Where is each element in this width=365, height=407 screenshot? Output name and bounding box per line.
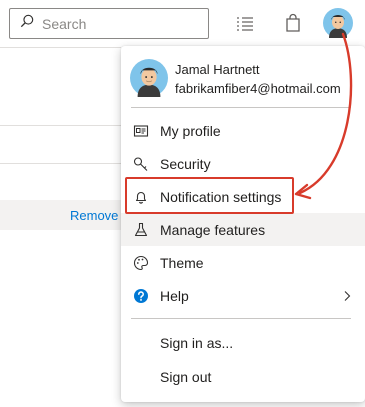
id-card-icon <box>133 123 149 139</box>
search-input[interactable] <box>42 15 192 32</box>
profile-menu: Jamal Hartnett fabrikamfiber4@hotmail.co… <box>121 46 365 402</box>
menu-item-help[interactable]: Help <box>121 279 365 312</box>
search-box[interactable] <box>9 8 209 39</box>
menu-divider <box>131 318 351 319</box>
avatar <box>130 59 168 97</box>
menu-item-theme[interactable]: Theme <box>121 246 365 279</box>
task-list-icon[interactable] <box>235 13 255 33</box>
menu-item-label: Sign out <box>160 369 212 385</box>
user-name: Jamal Hartnett <box>175 62 260 77</box>
bell-icon <box>133 189 149 205</box>
shopping-bag-icon[interactable] <box>283 13 303 33</box>
content-divider <box>0 163 121 164</box>
content-divider <box>0 125 121 126</box>
menu-item-my-profile[interactable]: My profile <box>121 114 365 147</box>
menu-item-label: My profile <box>160 123 221 139</box>
help-icon <box>133 288 149 304</box>
header-divider <box>0 47 121 48</box>
menu-item-label: Sign in as... <box>160 335 234 351</box>
menu-item-security[interactable]: Security <box>121 147 365 180</box>
search-icon <box>20 14 34 33</box>
menu-item-label: Theme <box>160 255 204 271</box>
menu-item-label: Notification settings <box>160 189 282 205</box>
flask-icon <box>133 222 149 238</box>
menu-item-label: Security <box>160 156 211 172</box>
remove-link[interactable]: Remove <box>70 208 118 223</box>
menu-item-sign-in-as[interactable]: Sign in as... <box>121 326 365 359</box>
key-icon <box>133 156 149 172</box>
menu-user-header: Jamal Hartnett fabrikamfiber4@hotmail.co… <box>121 46 365 108</box>
menu-item-sign-out[interactable]: Sign out <box>121 360 365 393</box>
menu-divider <box>131 107 351 108</box>
menu-item-notification-settings[interactable]: Notification settings <box>121 180 365 213</box>
menu-item-label: Manage features <box>160 222 266 238</box>
user-avatar-icon[interactable] <box>323 8 353 38</box>
menu-item-label: Help <box>160 288 189 304</box>
chevron-right-icon <box>341 289 353 301</box>
menu-item-manage-features[interactable]: Manage features <box>121 213 365 246</box>
palette-icon <box>133 255 149 271</box>
user-email: fabrikamfiber4@hotmail.com <box>175 81 341 96</box>
